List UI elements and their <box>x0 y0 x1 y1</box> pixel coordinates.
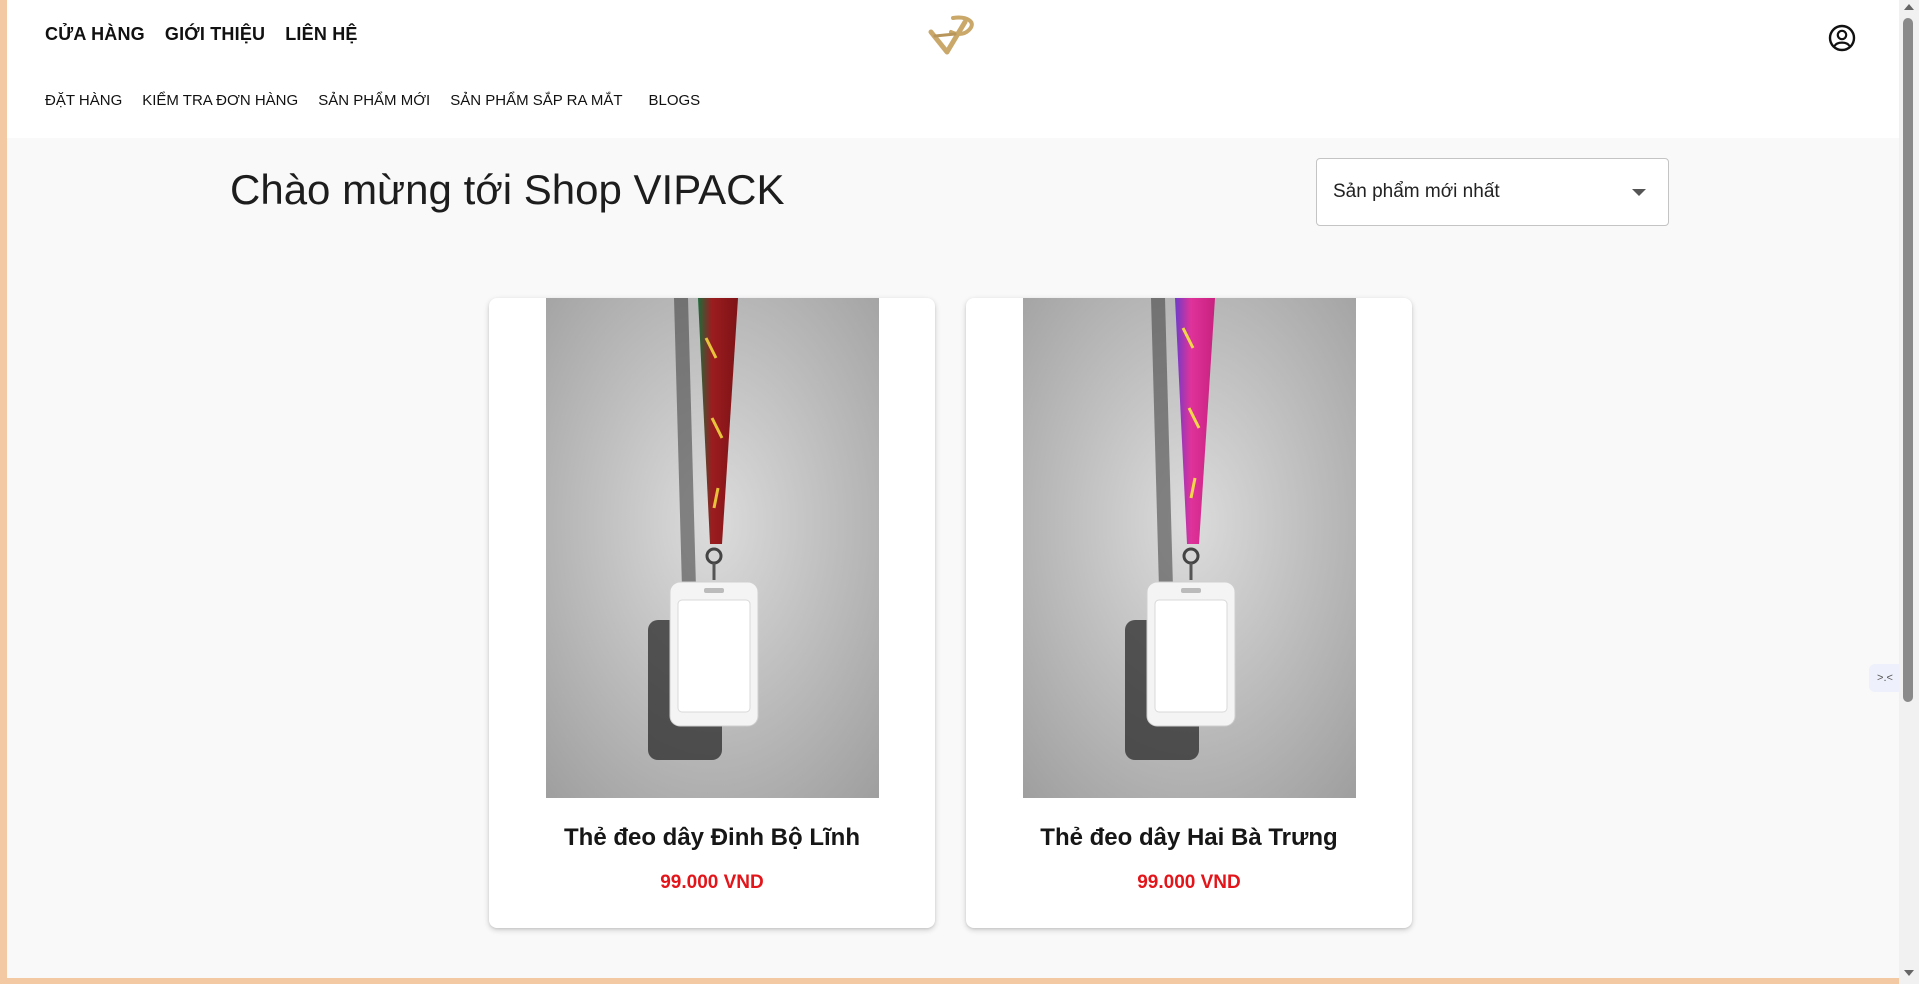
main-nav: CỬA HÀNG GIỚI THIỆU LIÊN HỆ <box>45 24 358 45</box>
chat-widget-icon[interactable]: >.< <box>1869 664 1899 692</box>
page: CỬA HÀNG GIỚI THIỆU LIÊN HỆ ĐẶT HÀNG KIỂ… <box>7 0 1899 978</box>
product-card[interactable]: Thẻ đeo dây Đinh Bộ Lĩnh 99.000 VND <box>489 298 935 928</box>
caret-down-icon <box>1632 189 1646 196</box>
nav-item-upcoming-products[interactable]: SẢN PHẨM SẮP RA MẮT <box>450 92 622 109</box>
nav-item-shop[interactable]: CỬA HÀNG <box>45 24 145 45</box>
product-price: 99.000 VND <box>660 872 764 893</box>
window-border <box>0 978 1899 984</box>
vipack-logo-icon[interactable] <box>925 14 979 56</box>
nav-item-contact[interactable]: LIÊN HỆ <box>285 24 357 45</box>
product-price: 99.000 VND <box>1137 872 1241 893</box>
site-header: CỬA HÀNG GIỚI THIỆU LIÊN HỆ ĐẶT HÀNG KIỂ… <box>7 0 1899 138</box>
page-title: Chào mừng tới Shop VIPACK <box>230 166 785 213</box>
sort-select[interactable]: Sản phẩm mới nhất <box>1316 158 1669 226</box>
nav-item-blogs[interactable]: BLOGS <box>649 92 701 109</box>
product-image <box>1023 298 1356 798</box>
scroll-up-icon[interactable] <box>1904 4 1914 10</box>
nav-item-new-products[interactable]: SẢN PHẨM MỚI <box>318 92 430 109</box>
sort-select-value: Sản phẩm mới nhất <box>1333 181 1500 202</box>
product-image <box>546 298 879 798</box>
sub-nav: ĐẶT HÀNG KIỂM TRA ĐƠN HÀNG SẢN PHẨM MỚI … <box>45 92 700 109</box>
scrollbar-thumb[interactable] <box>1903 18 1913 702</box>
product-card[interactable]: Thẻ đeo dây Hai Bà Trưng 99.000 VND <box>966 298 1412 928</box>
nav-item-check-order[interactable]: KIỂM TRA ĐƠN HÀNG <box>142 92 298 109</box>
user-circle-icon[interactable] <box>1828 24 1856 52</box>
product-name[interactable]: Thẻ đeo dây Đinh Bộ Lĩnh <box>489 824 935 852</box>
nav-item-about[interactable]: GIỚI THIỆU <box>165 24 265 45</box>
scroll-down-icon[interactable] <box>1904 970 1914 976</box>
product-name[interactable]: Thẻ đeo dây Hai Bà Trưng <box>966 824 1412 852</box>
nav-item-order[interactable]: ĐẶT HÀNG <box>45 92 122 109</box>
